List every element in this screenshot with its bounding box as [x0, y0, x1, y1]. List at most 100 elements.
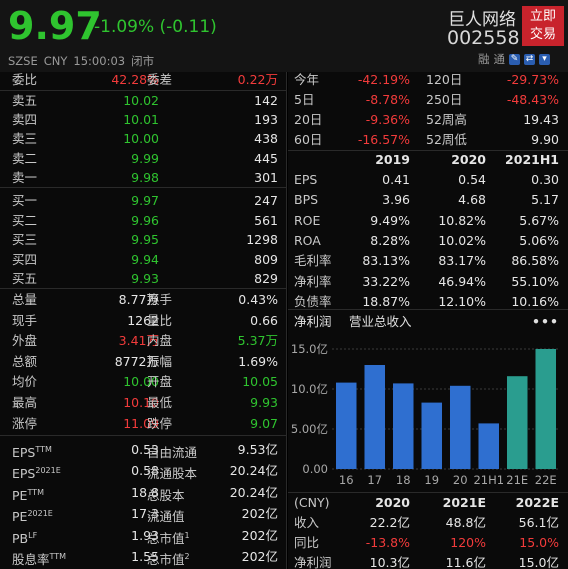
valuation-label-main: 总市值 [147, 552, 185, 568]
valuation-label-main: 自由流通 [147, 445, 198, 461]
valuation-row: PE2021E 17.3 流通值 202亿 [0, 503, 287, 524]
financials-row: ROA 8.28% 10.02% 5.06% [288, 230, 568, 251]
x-tick-label: 22E [535, 473, 557, 487]
level-price: 10.02 [123, 93, 159, 108]
valuation-row: PETTM 18.8 总股本 20.24亿 [0, 482, 287, 503]
expand-icon[interactable]: ▾ [539, 53, 550, 65]
stat-row: 现手 1262 量比 0.66 [0, 310, 287, 331]
valuation-label-sup: TTM [27, 487, 44, 497]
stat-value: 9.07 [250, 415, 278, 431]
bid-row: 买一 9.97 247 [0, 190, 287, 211]
x-tick-label: 21H1 [473, 473, 504, 487]
stat-label: 均价 [12, 374, 38, 390]
level-price: 9.97 [131, 193, 159, 208]
x-tick-label: 20 [453, 473, 468, 487]
perf-label: 5日 [294, 92, 315, 107]
link-icon[interactable]: ⇄ [524, 53, 535, 65]
stat-value: 10.05 [242, 374, 278, 390]
valuation-label-main: 流通股本 [147, 466, 198, 482]
level-label: 买四 [12, 251, 38, 267]
forecast-label: 同比 [294, 535, 320, 550]
ask-row: 卖五 10.02 142 [0, 90, 287, 111]
fin-value: 33.22% [362, 273, 410, 289]
valuation-row: 股息率TTM 1.55 总市值2 202亿 [0, 546, 287, 567]
bar-22E[interactable] [535, 349, 557, 469]
connect-tag: 通 [493, 52, 506, 66]
forecast-label: 收入 [294, 515, 320, 530]
edit-icon[interactable]: ✎ [509, 53, 520, 65]
valuation-label-sup: TTM [49, 552, 67, 561]
performance-row: 20日 -9.36% 52周高 19.43 [288, 109, 568, 130]
forecast-value: -13.8% [365, 535, 410, 550]
performance-row: 60日 -16.57% 52周低 9.90 [288, 129, 568, 150]
level-label: 卖四 [12, 112, 38, 128]
tab-revenue[interactable]: 营业总收入 [349, 310, 412, 334]
x-tick-label: 18 [396, 473, 411, 487]
y-tick-label: 5.00亿 [291, 422, 328, 436]
forecast-value: 15.0% [519, 535, 559, 550]
y-tick-label: 15.0亿 [291, 342, 328, 356]
stat-value: 0.66 [250, 312, 278, 328]
fin-value: 5.17 [531, 192, 559, 208]
perf-value: 9.90 [531, 132, 559, 147]
perf-value: -48.43% [506, 92, 559, 107]
performance-row: 5日 -8.78% 250日 -48.43% [288, 89, 568, 110]
level-volume: 193 [254, 112, 278, 128]
stat-label: 总额 [12, 353, 38, 369]
y-tick-label: 0.00 [302, 462, 328, 476]
stat-row: 涨停 11.09 跌停 9.07 [0, 413, 287, 434]
level-volume: 247 [254, 193, 278, 208]
trade-button-label: 立即交易 [529, 9, 556, 42]
stat-row: 最高 10.10 最低 9.93 [0, 392, 287, 413]
net-profit-chart: 15.0亿 10.0亿 5.00亿 0.00 16 17 18 19 20 21H1 21E 22E [291, 342, 560, 487]
market-status: 闭市 [131, 54, 155, 68]
fin-label: 净利率 [294, 273, 332, 289]
valuation-value: 20.24亿 [229, 484, 278, 500]
valuation-value: 202亿 [241, 506, 278, 522]
perf-label: 60日 [294, 132, 323, 147]
fin-value: 8.28% [370, 232, 410, 248]
fin-value: 10.02% [438, 232, 486, 248]
forecast-value: 56.1亿 [518, 515, 559, 530]
forecast-value: 11.6亿 [445, 555, 486, 569]
trade-now-button[interactable]: 立即交易 [522, 6, 564, 46]
bar-18[interactable] [392, 383, 414, 469]
fin-value: 55.10% [511, 273, 559, 289]
bid-row: 买五 9.93 829 [0, 268, 287, 289]
fin-value: 9.49% [370, 212, 410, 228]
bar-21E[interactable] [506, 376, 528, 469]
fin-value: 83.13% [362, 253, 410, 269]
level-label: 卖二 [12, 150, 38, 166]
currency: CNY [43, 54, 68, 68]
valuation-row: EPS2021E 0.58 流通股本 20.24亿 [0, 460, 287, 481]
bar-17[interactable] [364, 365, 386, 469]
fin-label: BPS [294, 192, 319, 208]
more-icon[interactable]: ••• [532, 310, 559, 334]
level-label: 卖三 [12, 131, 38, 147]
fin-value: 5.06% [519, 232, 559, 248]
fin-label: 毛利率 [294, 253, 332, 269]
level-price: 9.96 [131, 212, 159, 228]
perf-label: 今年 [294, 72, 320, 87]
valuation-label-main: 股息率 [12, 552, 50, 568]
forecast-value: 10.3亿 [369, 555, 410, 569]
bar-20[interactable] [449, 385, 471, 469]
perf-value: -29.73% [506, 72, 559, 87]
stat-label: 振幅 [147, 353, 173, 369]
fin-value: 4.68 [458, 192, 486, 208]
perf-value: 19.43 [523, 112, 559, 127]
fin-col-3: 2021H1 [505, 152, 559, 167]
bid-row: 买三 9.95 1298 [0, 229, 287, 250]
level-volume: 829 [254, 271, 278, 287]
chart-tabs: 净利润 营业总收入 ••• [288, 310, 568, 334]
tab-net-profit[interactable]: 净利润 [294, 310, 332, 334]
bar-16[interactable] [335, 382, 357, 469]
forecast-label: 净利润 [294, 555, 332, 569]
level-price: 10.01 [123, 112, 159, 128]
bar-21H1[interactable] [478, 423, 500, 469]
bar-19[interactable] [421, 402, 443, 469]
valuation-label-main: 总市值 [147, 530, 185, 546]
quote-header: 9.97 -1.09% (-0.11) SZSE CNY 15:00:03 闭市 巨人… [0, 0, 568, 72]
stock-tags: 融 通 ✎ ⇄ ▾ [478, 51, 550, 67]
forecast-header: (CNY) 2020 2021E 2022E [288, 492, 568, 513]
